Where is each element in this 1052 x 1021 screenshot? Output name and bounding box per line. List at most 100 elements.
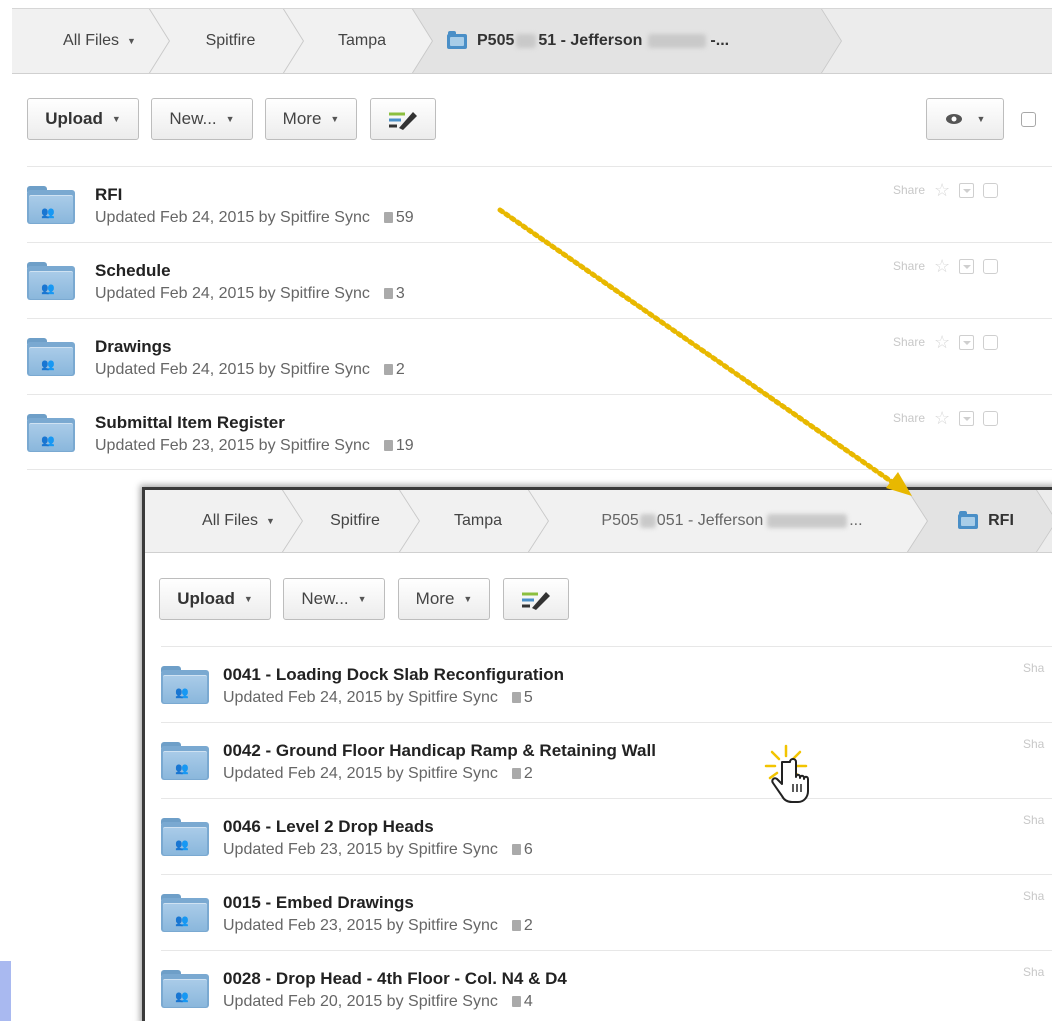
crumb-tampa[interactable]: Tampa	[399, 490, 549, 552]
crumb-spitfire[interactable]: Spitfire	[282, 490, 420, 552]
file-icon	[511, 844, 521, 855]
crumb-label: Spitfire	[205, 32, 256, 49]
crumb-current-project[interactable]: P505 51 - Jefferson -...	[412, 9, 842, 73]
share-link[interactable]: Share	[893, 411, 925, 425]
row-menu-dropdown[interactable]	[959, 182, 975, 198]
select-all-checkbox[interactable]	[1021, 112, 1036, 127]
row-menu-dropdown[interactable]	[959, 410, 975, 426]
file-icon	[383, 364, 393, 375]
file-count-value: 5	[523, 689, 533, 706]
crumb-project[interactable]: P505 051 - Jefferson ...	[528, 490, 928, 552]
shared-folder-icon: 👥	[161, 894, 209, 932]
folder-meta: Updated Feb 23, 2015 by Spitfire Sync 19	[95, 437, 414, 455]
folder-icon	[958, 514, 978, 529]
crumb-current-rfi[interactable]: RFI	[907, 490, 1052, 552]
folder-name[interactable]: RFI	[95, 185, 122, 205]
updated-text: Updated Feb 24, 2015 by Spitfire Sync	[95, 361, 370, 378]
star-icon[interactable]: ☆	[934, 333, 950, 351]
caret-down-icon: ▼	[463, 594, 473, 604]
crumb-all-files[interactable]: All Files ▼	[145, 490, 303, 552]
main-breadcrumb: All Files ▼ Spitfire Tampa P505 51 - Jef…	[12, 8, 1052, 74]
folder-name[interactable]: Submittal Item Register	[95, 413, 285, 433]
more-label: More	[415, 589, 455, 608]
folder-icon	[447, 34, 467, 49]
edit-button[interactable]	[503, 578, 569, 620]
list-item[interactable]: 👥 0015 - Embed Drawings Updated Feb 23, …	[161, 874, 1052, 950]
edit-button[interactable]	[370, 98, 436, 140]
list-item[interactable]: 👥 Schedule Updated Feb 24, 2015 by Spitf…	[27, 242, 1052, 318]
upload-button[interactable]: Upload ▼	[159, 578, 271, 620]
file-count: 5	[511, 689, 533, 706]
crumb-label-end: ...	[849, 512, 863, 529]
new-button[interactable]: New... ▼	[151, 98, 253, 140]
file-count: 6	[511, 841, 533, 858]
folder-meta: Updated Feb 24, 2015 by Spitfire Sync 3	[95, 285, 405, 303]
share-link[interactable]: Share	[893, 335, 925, 349]
folder-name[interactable]: 0046 - Level 2 Drop Heads	[223, 817, 434, 837]
folder-name[interactable]: 0028 - Drop Head - 4th Floor - Col. N4 &…	[223, 969, 567, 989]
upload-label: Upload	[177, 589, 235, 608]
shared-folder-icon: 👥	[161, 818, 209, 856]
folder-name[interactable]: Schedule	[95, 261, 171, 281]
redacted-text	[640, 514, 656, 528]
eye-icon	[945, 114, 962, 124]
list-item[interactable]: 👥 0046 - Level 2 Drop Heads Updated Feb …	[161, 798, 1052, 874]
file-count: 4	[511, 993, 533, 1010]
inset-breadcrumb: All Files ▼ Spitfire Tampa P505 051 - Je…	[145, 490, 1052, 553]
file-count-value: 6	[523, 841, 533, 858]
more-label: More	[282, 109, 322, 128]
crumb-label: All Files	[202, 512, 259, 529]
crumb-all-files[interactable]: All Files ▼	[12, 9, 170, 73]
share-link[interactable]: Sha	[1023, 889, 1044, 903]
share-link[interactable]: Sha	[1023, 965, 1044, 979]
upload-button[interactable]: Upload ▼	[27, 98, 139, 140]
crumb-tampa[interactable]: Tampa	[283, 9, 433, 73]
star-icon[interactable]: ☆	[934, 409, 950, 427]
folder-name[interactable]: Drawings	[95, 337, 172, 357]
share-link[interactable]: Share	[893, 183, 925, 197]
crumb-spitfire[interactable]: Spitfire	[149, 9, 304, 73]
caret-down-icon: ▼	[225, 114, 235, 124]
file-count-value: 19	[395, 437, 414, 454]
file-count-value: 2	[395, 361, 405, 378]
file-count-value: 3	[395, 285, 405, 302]
list-item[interactable]: 👥 Submittal Item Register Updated Feb 23…	[27, 394, 1052, 470]
folder-meta: Updated Feb 20, 2015 by Spitfire Sync 4	[223, 993, 533, 1011]
list-item[interactable]: 👥 0042 - Ground Floor Handicap Ramp & Re…	[161, 722, 1052, 798]
folder-name[interactable]: 0041 - Loading Dock Slab Reconfiguration	[223, 665, 564, 685]
folder-meta: Updated Feb 24, 2015 by Spitfire Sync 5	[223, 689, 533, 707]
crumb-label: RFI	[988, 512, 1014, 529]
file-icon	[511, 768, 521, 779]
star-icon[interactable]: ☆	[934, 257, 950, 275]
updated-text: Updated Feb 24, 2015 by Spitfire Sync	[223, 689, 498, 706]
list-item[interactable]: 👥 0041 - Loading Dock Slab Reconfigurati…	[161, 646, 1052, 722]
list-item[interactable]: 👥 RFI Updated Feb 24, 2015 by Spitfire S…	[27, 166, 1052, 242]
row-checkbox[interactable]	[983, 334, 999, 350]
new-button[interactable]: New... ▼	[283, 578, 385, 620]
folder-name[interactable]: 0015 - Embed Drawings	[223, 893, 414, 913]
share-link[interactable]: Share	[893, 259, 925, 273]
more-button[interactable]: More ▼	[398, 578, 490, 620]
row-menu-dropdown[interactable]	[959, 334, 975, 350]
folder-name[interactable]: 0042 - Ground Floor Handicap Ramp & Reta…	[223, 741, 656, 761]
crumb-label-end: -...	[710, 32, 730, 49]
crumb-label: Spitfire	[330, 512, 380, 529]
share-link[interactable]: Sha	[1023, 661, 1044, 675]
file-icon	[383, 440, 393, 451]
file-icon	[511, 996, 521, 1007]
star-icon[interactable]: ☆	[934, 181, 950, 199]
redacted-text	[516, 34, 536, 48]
hand-pointer-icon	[764, 744, 809, 803]
redacted-text	[767, 514, 847, 528]
share-link[interactable]: Sha	[1023, 813, 1044, 827]
shared-folder-icon: 👥	[161, 970, 209, 1008]
row-checkbox[interactable]	[983, 182, 999, 198]
share-link[interactable]: Sha	[1023, 737, 1044, 751]
row-menu-dropdown[interactable]	[959, 258, 975, 274]
list-item[interactable]: 👥 Drawings Updated Feb 24, 2015 by Spitf…	[27, 318, 1052, 394]
list-item[interactable]: 👥 0028 - Drop Head - 4th Floor - Col. N4…	[161, 950, 1052, 1021]
view-options-button[interactable]: ▼	[926, 98, 1004, 140]
more-button[interactable]: More ▼	[265, 98, 357, 140]
row-checkbox[interactable]	[983, 410, 999, 426]
row-checkbox[interactable]	[983, 258, 999, 274]
